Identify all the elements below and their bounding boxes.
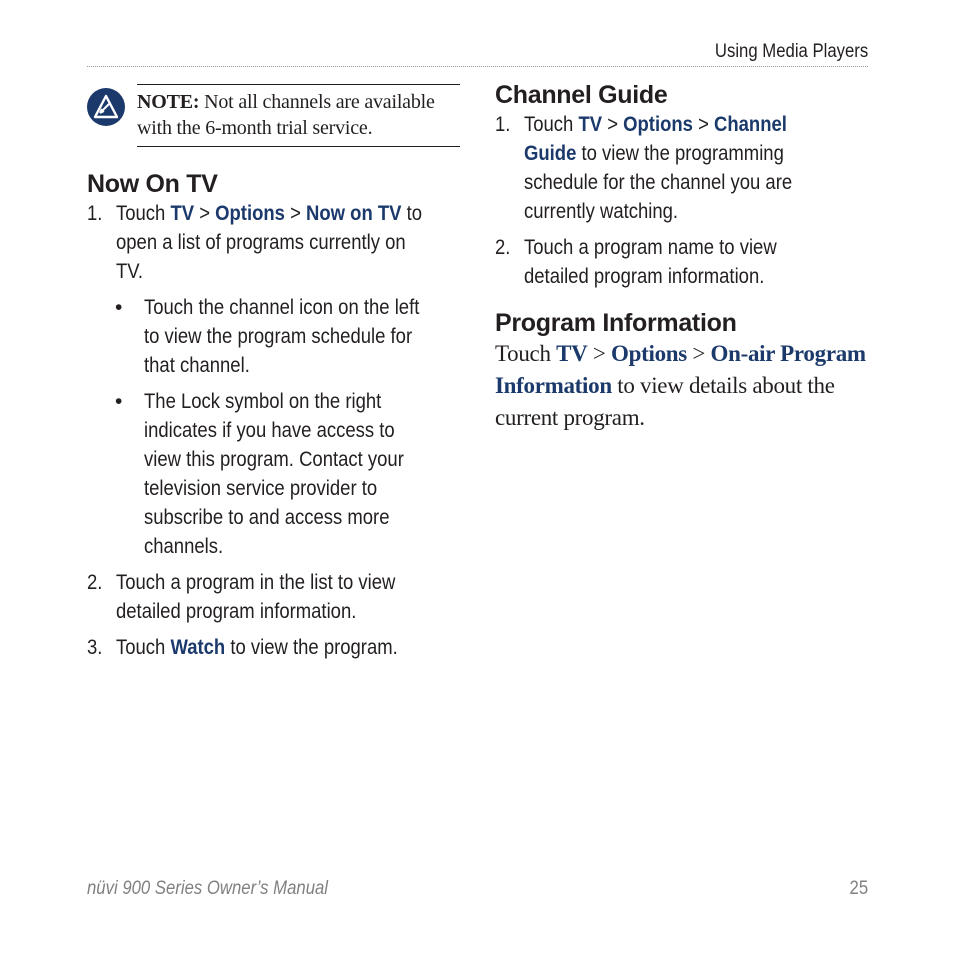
menu-options: Options [215, 202, 285, 225]
menu-tv: TV [556, 341, 588, 366]
page-header: Using Media Players [87, 40, 868, 67]
menu-on-air-program-information: On-air Program [710, 341, 867, 366]
menu-options: Options [611, 341, 687, 366]
program-information-heading: Program Information [495, 309, 737, 337]
step-3: 3. Touch Watch to view the program. [87, 636, 398, 659]
step-1: 1. Touch TV > Options > Now on TV to ope… [87, 202, 423, 283]
manual-title: nüvi 900 Series Owner’s Manual [87, 878, 329, 899]
channel-guide-heading: Channel Guide [495, 81, 668, 109]
now-on-tv-heading: Now On TV [87, 170, 218, 198]
program-information-text: Touch TV > Options > On-air Program Info… [495, 341, 867, 430]
bullet-item: • The Lock symbol on the right indicates… [115, 390, 404, 558]
note-box: NOTE: Not all channels are available wit… [87, 84, 460, 147]
channel-guide-steps: 1. Touch TV > Options > Channel Guide to… [495, 110, 870, 291]
note-pencil-icon [87, 88, 125, 126]
page-number: 25 [849, 878, 868, 899]
section-title: Using Media Players [714, 41, 868, 62]
step-1: 1. Touch TV > Options > Channel Guide to… [495, 113, 793, 223]
menu-watch: Watch [170, 636, 226, 659]
bullet-item: • Touch the channel icon on the left to … [115, 296, 420, 377]
right-column: Channel Guide 1. Touch TV > Options > Ch… [495, 80, 870, 434]
menu-options: Options [623, 113, 693, 136]
menu-now-on-tv: Now on TV [306, 202, 402, 225]
menu-tv: TV [578, 113, 603, 136]
step-2: 2. Touch a program in the list to view d… [87, 571, 396, 623]
step-2: 2. Touch a program name to view detailed… [495, 236, 777, 288]
menu-on-air-program-information-cont: Information [495, 373, 612, 398]
note-label: NOTE: [137, 91, 200, 113]
now-on-tv-steps: 1. Touch TV > Options > Now on TV to ope… [87, 199, 460, 662]
menu-channel-guide: Channel [714, 113, 787, 136]
left-column: NOTE: Not all channels are available wit… [87, 84, 460, 662]
menu-tv: TV [170, 202, 195, 225]
note-text: NOTE: Not all channels are available wit… [137, 84, 460, 147]
menu-channel-guide-cont: Guide [524, 142, 577, 165]
